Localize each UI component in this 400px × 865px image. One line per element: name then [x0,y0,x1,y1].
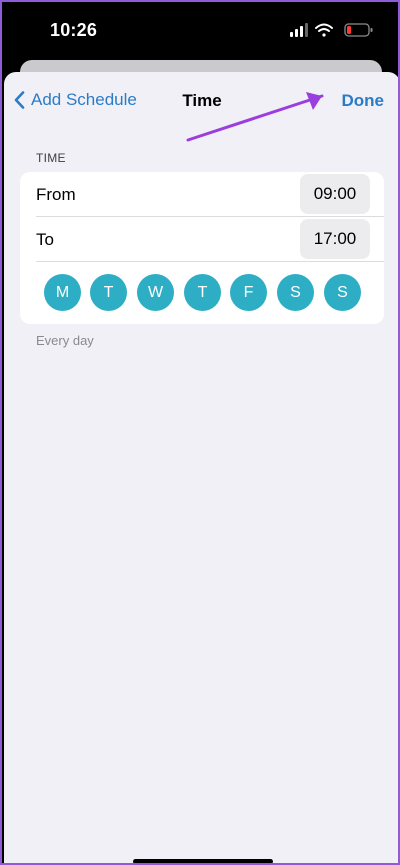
section-header: TIME [36,151,66,165]
from-row: From 09:00 [20,172,384,216]
arrow-annotation-icon [186,92,324,142]
battery-icon [344,23,373,37]
day-tuesday[interactable]: T [90,274,127,311]
status-time: 10:26 [50,20,98,40]
day-thursday[interactable]: T [184,274,221,311]
to-time-picker[interactable]: 17:00 [300,219,370,259]
divider [36,261,384,262]
repeat-summary: Every day [36,333,94,348]
day-monday[interactable]: M [44,274,81,311]
wifi-icon [315,23,333,37]
navigation-bar: Add Schedule Time Done [4,72,398,142]
signal-icon [290,23,308,37]
day-selector: M T W T F S S [20,272,384,316]
from-label: From [36,185,76,204]
to-label: To [36,230,54,249]
from-time-picker[interactable]: 09:00 [300,174,370,214]
time-card: From 09:00 To 17:00 M T W T F S S [20,172,384,324]
day-wednesday[interactable]: W [137,274,174,311]
status-icons [290,23,373,37]
day-sunday[interactable]: S [324,274,361,311]
phone-frame: 10:26 Add Schedule Time Done TIME From 0… [2,2,398,863]
done-button[interactable]: Done [342,91,385,111]
to-row: To 17:00 [20,217,384,261]
day-friday[interactable]: F [230,274,267,311]
time-sheet: Add Schedule Time Done TIME From 09:00 T… [4,72,398,863]
home-indicator [133,859,273,863]
status-bar: 10:26 [2,2,398,64]
day-saturday[interactable]: S [277,274,314,311]
